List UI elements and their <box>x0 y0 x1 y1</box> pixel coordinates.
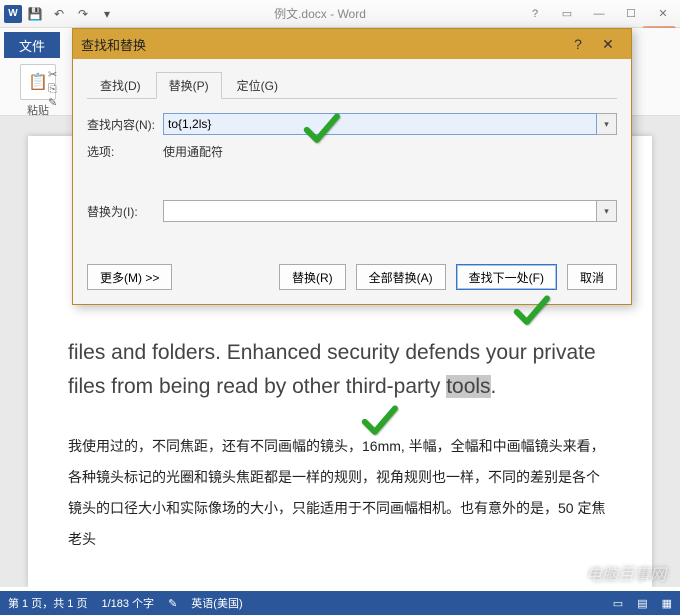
options-label: 选项: <box>87 143 163 160</box>
dialog-body: 查找(D) 替换(P) 定位(G) 查找内容(N): ▾ 选项: 使用通配符 替… <box>73 59 631 304</box>
quick-access-toolbar: W 💾 ↶ ↷ ▾ <box>4 3 118 25</box>
statusbar: 第 1 页，共 1 页 1/183 个字 ✎ 英语(美国) ▭ ▤ ▦ <box>0 591 680 615</box>
language-indicator[interactable]: 英语(美国) <box>191 595 242 611</box>
dialog-titlebar[interactable]: 查找和替换 ? ✕ <box>73 29 631 59</box>
options-row: 选项: 使用通配符 <box>87 143 617 160</box>
replace-input[interactable] <box>163 200 597 222</box>
annotation-checkmark-icon <box>300 108 342 155</box>
find-input[interactable] <box>163 113 597 135</box>
ribbon-help-icon[interactable]: ? <box>522 4 548 24</box>
close-window-button[interactable]: ✕ <box>650 4 676 24</box>
tab-replace[interactable]: 替换(P) <box>156 72 222 99</box>
highlighted-match: tools <box>446 375 490 398</box>
replace-dropdown-icon[interactable]: ▾ <box>597 200 617 222</box>
text-run: . <box>491 375 497 398</box>
cut-button[interactable]: ✂ <box>48 68 57 82</box>
find-label: 查找内容(N): <box>87 116 163 133</box>
dialog-tabs: 查找(D) 替换(P) 定位(G) <box>87 71 617 99</box>
word-app-icon: W <box>4 5 22 23</box>
file-tab[interactable]: 文件 <box>4 32 60 58</box>
redo-button[interactable]: ↷ <box>72 3 94 25</box>
find-dropdown-icon[interactable]: ▾ <box>597 113 617 135</box>
replace-all-button[interactable]: 全部替换(A) <box>356 264 446 290</box>
replace-label: 替换为(I): <box>87 203 163 220</box>
replace-row: 替换为(I): ▾ <box>87 200 617 222</box>
word-count[interactable]: 1/183 个字 <box>101 595 154 611</box>
window-controls: ? ▭ — ☐ ✕ <box>522 4 676 24</box>
annotation-checkmark-icon <box>358 400 400 447</box>
dialog-title: 查找和替换 <box>81 35 563 54</box>
watermark-text: 电脑百事网 <box>586 561 666 585</box>
print-layout-icon[interactable]: ▤ <box>637 597 647 610</box>
proofing-icon[interactable]: ✎ <box>168 597 177 610</box>
dialog-close-button[interactable]: ✕ <box>593 32 623 56</box>
dialog-button-row: 更多(M) >> 替换(R) 全部替换(A) 查找下一处(F) 取消 <box>87 264 617 290</box>
find-next-button[interactable]: 查找下一处(F) <box>456 264 557 290</box>
window-title: 例文.docx - Word <box>118 5 522 22</box>
dialog-help-button[interactable]: ? <box>563 32 593 56</box>
find-replace-dialog: 查找和替换 ? ✕ 查找(D) 替换(P) 定位(G) 查找内容(N): ▾ 选… <box>72 28 632 305</box>
page-indicator[interactable]: 第 1 页，共 1 页 <box>8 595 87 611</box>
ribbon-collapse-icon[interactable]: ▭ <box>554 4 580 24</box>
tab-goto[interactable]: 定位(G) <box>224 72 291 99</box>
english-paragraph: files and folders. Enhanced security def… <box>68 336 612 403</box>
copy-button[interactable]: ⎘ <box>48 82 57 96</box>
replace-button[interactable]: 替换(R) <box>279 264 346 290</box>
read-mode-icon[interactable]: ▭ <box>613 597 623 610</box>
tab-find[interactable]: 查找(D) <box>87 72 154 99</box>
more-button[interactable]: 更多(M) >> <box>87 264 172 290</box>
clipboard-mini-buttons: ✂ ⎘ ✎ <box>48 68 57 110</box>
cancel-button[interactable]: 取消 <box>567 264 617 290</box>
undo-button[interactable]: ↶ <box>48 3 70 25</box>
titlebar: W 💾 ↶ ↷ ▾ 例文.docx - Word ? ▭ — ☐ ✕ <box>0 0 680 28</box>
web-layout-icon[interactable]: ▦ <box>662 597 672 610</box>
save-button[interactable]: 💾 <box>24 3 46 25</box>
chinese-paragraph: 我使用过的，不同焦距，还有不同画幅的镜头，16mm, 半幅，全幅和中画幅镜头来看… <box>68 431 612 554</box>
annotation-checkmark-icon <box>510 290 552 337</box>
minimize-button[interactable]: — <box>586 4 612 24</box>
find-row: 查找内容(N): ▾ <box>87 113 617 135</box>
maximize-button[interactable]: ☐ <box>618 4 644 24</box>
options-value: 使用通配符 <box>163 143 223 160</box>
format-painter-button[interactable]: ✎ <box>48 96 57 110</box>
text-run: files and folders. Enhanced security def… <box>68 341 596 398</box>
qat-more-icon[interactable]: ▾ <box>96 3 118 25</box>
